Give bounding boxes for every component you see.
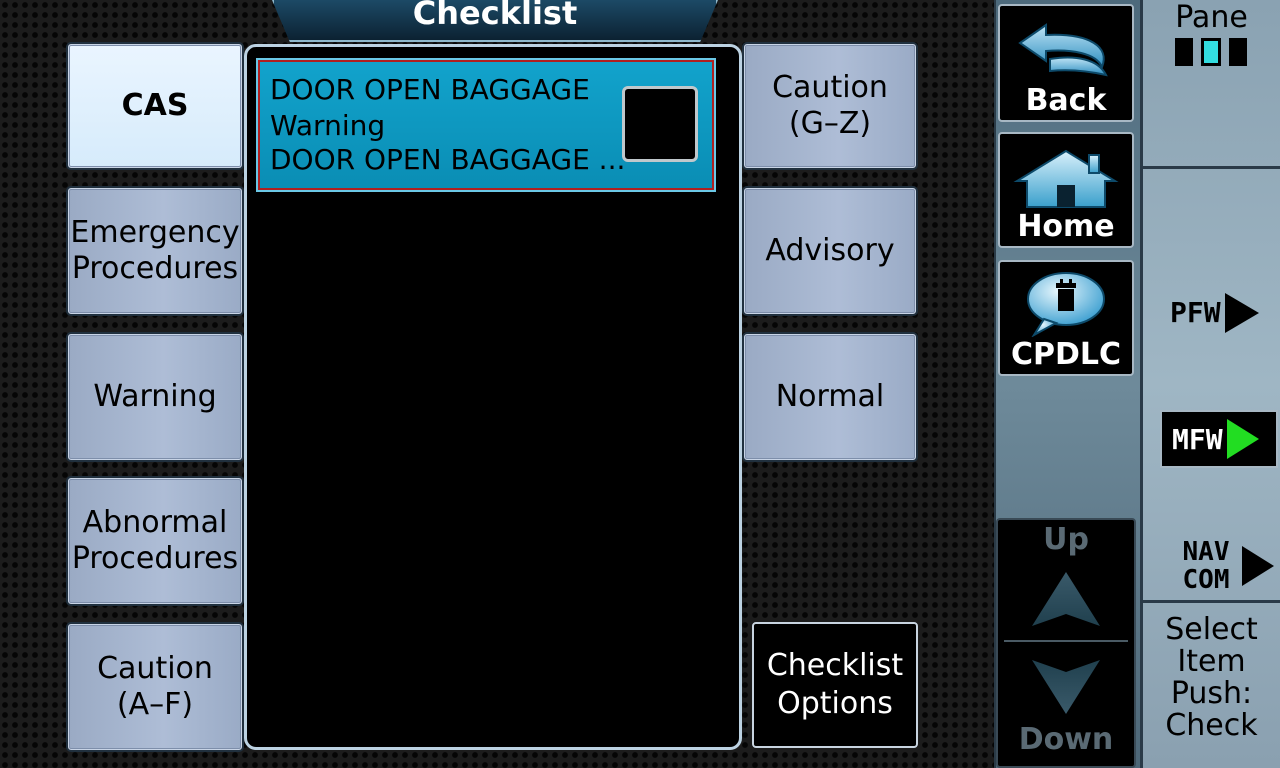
page-title: Checklist bbox=[412, 0, 578, 32]
category-warning-button[interactable]: Warning bbox=[68, 334, 242, 460]
scroll-up-label: Up bbox=[1043, 522, 1089, 557]
pane-label: Pane bbox=[1175, 0, 1248, 35]
category-abnormal-procedures-button[interactable]: Abnormal Procedures bbox=[68, 478, 242, 604]
category-emergency-procedures-button[interactable]: Emergency Procedures bbox=[68, 188, 242, 314]
navcom-label-line1: NAV bbox=[1182, 537, 1230, 567]
cpdlc-label: CPDLC bbox=[1010, 337, 1122, 372]
checklist-item-title: DOOR OPEN BAGGAGE bbox=[270, 73, 590, 106]
back-label: Back bbox=[1025, 83, 1107, 118]
mfw-softkey[interactable]: MFW bbox=[1160, 410, 1278, 468]
pfw-label: PFW bbox=[1170, 296, 1221, 329]
checklist-item-description: DOOR OPEN BAGGAGE ... bbox=[270, 143, 626, 176]
category-caution-g-z-label: Caution (G–Z) bbox=[772, 70, 888, 141]
category-advisory-button[interactable]: Advisory bbox=[744, 188, 916, 314]
back-button[interactable]: Back bbox=[998, 4, 1134, 122]
cpdlc-button[interactable]: CPDLC bbox=[998, 260, 1134, 376]
softkey-divider bbox=[1140, 166, 1280, 169]
pfw-arrow-icon bbox=[1224, 293, 1259, 333]
category-normal-label: Normal bbox=[775, 379, 885, 414]
category-caution-a-f-button[interactable]: Caution (A–F) bbox=[68, 624, 242, 750]
category-cas-label: CAS bbox=[121, 88, 189, 123]
category-advisory-label: Advisory bbox=[765, 233, 895, 268]
category-warning-label: Warning bbox=[93, 379, 217, 414]
home-label: Home bbox=[1017, 209, 1115, 244]
checklist-options-label: Checklist Options bbox=[766, 648, 904, 721]
cpdlc-speech-bubble-icon bbox=[1027, 272, 1105, 337]
back-arrow-icon bbox=[1018, 23, 1108, 77]
category-normal-button[interactable]: Normal bbox=[744, 334, 916, 460]
checklist-options-button[interactable]: Checklist Options bbox=[752, 622, 918, 748]
knob-hint-text: Select Item Push: Check bbox=[1165, 612, 1258, 743]
scroll-divider bbox=[1004, 640, 1128, 642]
pane-indicator-icon bbox=[1175, 38, 1249, 68]
category-caution-a-f-label: Caution (A–F) bbox=[97, 651, 213, 722]
checklist-item-type: Warning bbox=[270, 109, 386, 142]
navcom-arrow-icon bbox=[1242, 546, 1274, 586]
home-button[interactable]: Home bbox=[998, 132, 1134, 248]
category-abnormal-procedures-label: Abnormal Procedures bbox=[71, 505, 239, 576]
category-emergency-procedures-label: Emergency Procedures bbox=[70, 215, 240, 286]
scroll-down-button[interactable]: Down bbox=[998, 644, 1134, 766]
scroll-down-label: Down bbox=[1018, 722, 1114, 757]
scroll-up-button[interactable]: Up bbox=[998, 520, 1134, 640]
mfw-label: MFW bbox=[1172, 422, 1223, 456]
navcom-label-line2: COM bbox=[1182, 565, 1230, 595]
pfw-softkey[interactable]: PFW bbox=[1170, 290, 1280, 336]
mfw-arrow-icon bbox=[1226, 419, 1259, 459]
category-caution-g-z-button[interactable]: Caution (G–Z) bbox=[744, 44, 916, 168]
down-arrow-icon bbox=[1032, 660, 1100, 714]
pane-selector[interactable]: Pane bbox=[1143, 0, 1280, 166]
checklist-item-checkbox[interactable] bbox=[622, 86, 698, 162]
category-cas-button[interactable]: CAS bbox=[68, 44, 242, 168]
softkey-divider-lower bbox=[1140, 600, 1280, 603]
title-tab: Checklist bbox=[272, 0, 718, 42]
up-arrow-icon bbox=[1032, 572, 1100, 626]
knob-hint: Select Item Push: Check bbox=[1143, 614, 1280, 764]
navcom-softkey[interactable]: NAV COM bbox=[1170, 536, 1280, 600]
home-icon bbox=[1013, 149, 1119, 208]
